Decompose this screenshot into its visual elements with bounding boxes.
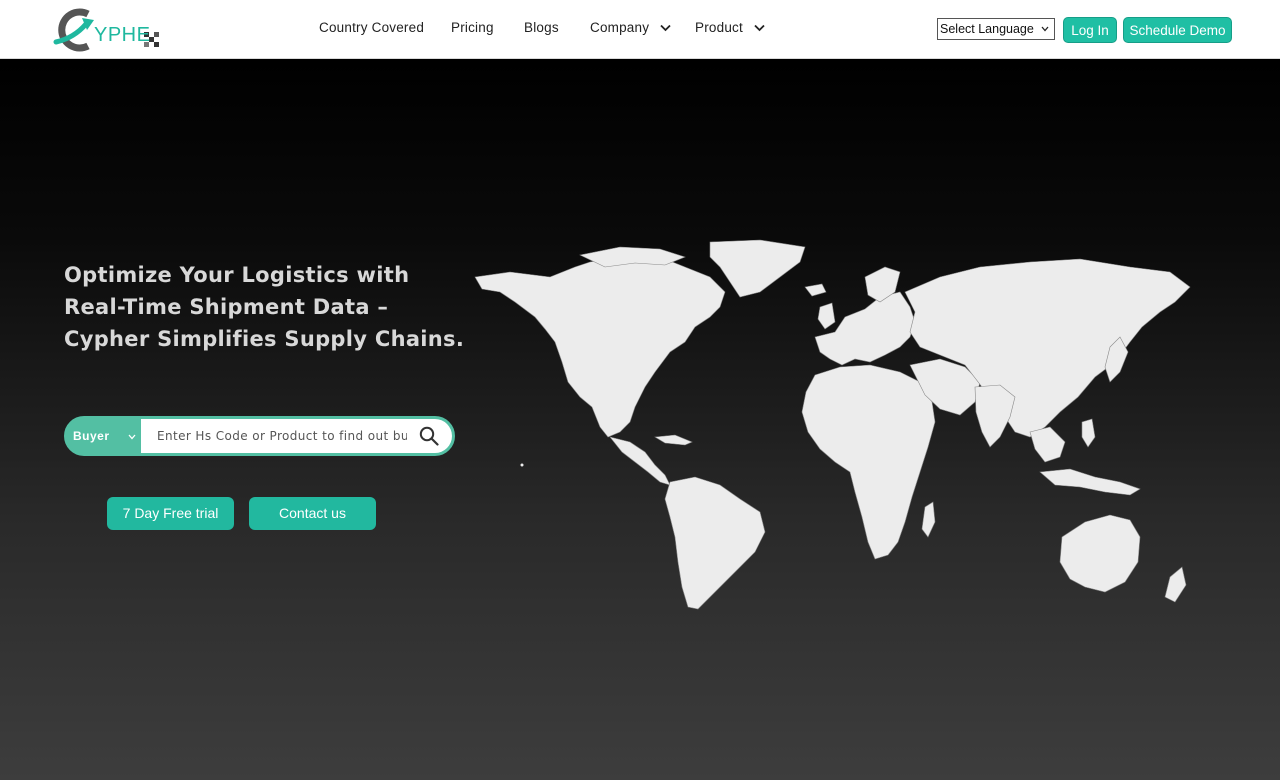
map-greenland [709, 239, 806, 298]
map-central-america [609, 436, 671, 486]
search-input-wrap [141, 419, 452, 453]
map-africa [801, 364, 936, 560]
map-australia [1059, 514, 1141, 593]
logo-wordmark: YPHE [94, 24, 151, 46]
search-icon[interactable] [419, 426, 439, 446]
buyer-search-bar: Buyer [64, 416, 455, 456]
nav-label: Company [590, 20, 650, 35]
hero-headline: Optimize Your Logistics with Real-Time S… [64, 263, 465, 351]
map-caribbean [654, 434, 693, 446]
chevron-down-icon [660, 25, 671, 32]
nav-label: Product [695, 20, 743, 35]
nav-label: Pricing [451, 20, 494, 35]
nav-company[interactable]: Company [590, 20, 671, 35]
nav-label: Blogs [524, 20, 559, 35]
nav-blogs[interactable]: Blogs [524, 20, 559, 35]
nav-pricing[interactable]: Pricing [451, 20, 494, 35]
hero-section: Optimize Your Logistics with Real-Time S… [0, 59, 1280, 780]
map-europe [814, 291, 916, 366]
map-southeast-asia [1029, 426, 1066, 463]
site-header: YPHE Country Covered Pricing Blogs Compa… [0, 0, 1280, 59]
map-madagascar [921, 501, 936, 538]
search-input[interactable] [157, 419, 407, 453]
chevron-down-icon [754, 25, 765, 32]
map-indonesia [1039, 468, 1141, 496]
chevron-down-icon [1041, 26, 1049, 32]
chevron-down-icon[interactable] [128, 434, 136, 440]
nav-label: Country Covered [319, 20, 425, 35]
map-india [974, 384, 1016, 448]
login-button[interactable]: Log In [1063, 17, 1117, 43]
map-north-america [474, 256, 726, 438]
map-new-zealand [1164, 566, 1187, 603]
map-iceland [804, 283, 827, 297]
search-type-select[interactable]: Buyer [73, 419, 110, 453]
nav-product[interactable]: Product [695, 20, 765, 35]
map-uk [817, 302, 836, 330]
language-select-value: Select Language [940, 22, 1034, 36]
world-map-image [474, 239, 1191, 610]
nav-country-covered[interactable]: Country Covered [319, 20, 424, 35]
contact-us-button[interactable]: Contact us [249, 497, 376, 530]
schedule-demo-button[interactable]: Schedule Demo [1123, 17, 1232, 43]
map-philippines [1081, 418, 1096, 448]
map-south-america [664, 476, 766, 610]
cypher-logo[interactable]: YPHE [52, 8, 162, 52]
free-trial-button[interactable]: 7 Day Free trial [107, 497, 234, 530]
language-select[interactable]: Select Language [937, 18, 1055, 40]
